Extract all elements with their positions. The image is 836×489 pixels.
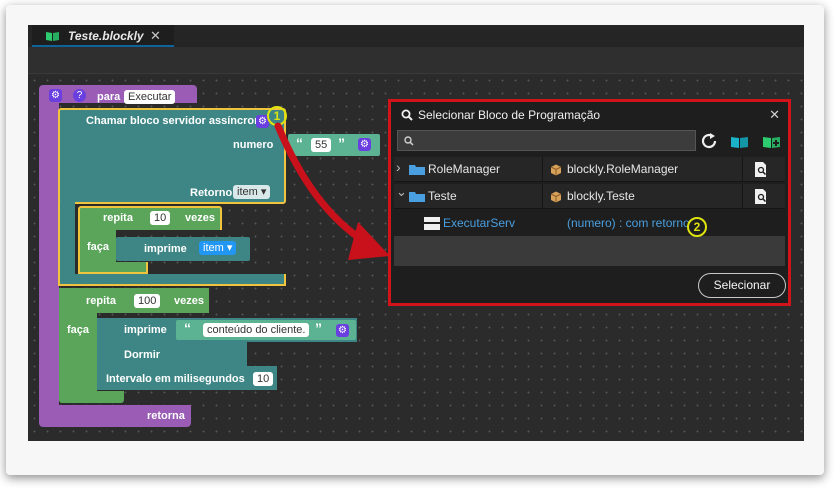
outer-print-label: imprime: [124, 324, 167, 336]
book-icon: [46, 32, 59, 41]
outer-quote-close: ”: [315, 320, 322, 336]
procedure-label: para: [97, 91, 121, 103]
search-field-icon: [404, 136, 414, 146]
column-divider: [542, 157, 543, 181]
tab-close-icon[interactable]: ✕: [150, 28, 161, 44]
inner-print-var[interactable]: item ▾: [199, 241, 237, 255]
refresh-icon[interactable]: [701, 133, 719, 149]
dialog-search-box: [397, 130, 696, 151]
call-async-rail: [58, 202, 75, 284]
select-block-dialog: Selecionar Bloco de Programação ✕ › Role…: [388, 99, 791, 306]
outer-print-gear-icon[interactable]: ⚙: [336, 324, 349, 337]
settings-icon[interactable]: ⚙: [49, 89, 62, 102]
inner-print-label: imprime: [144, 243, 187, 255]
outer-quote-open: “: [184, 320, 191, 336]
collapse-chevron-icon[interactable]: ⌄: [396, 184, 407, 200]
red-arrow: [274, 122, 390, 260]
dialog-close-icon[interactable]: ✕: [769, 107, 780, 123]
procedure-left-rail: [39, 103, 59, 409]
inner-repeat-label: repita: [103, 212, 133, 224]
outer-do-label: faça: [67, 324, 90, 336]
call-async-label: Chamar bloco servidor assíncrono: [86, 115, 268, 127]
dropdown-arrow-icon: ▾: [260, 186, 267, 198]
file-search-icon[interactable]: [755, 162, 768, 177]
search-icon: [401, 109, 413, 121]
inner-print-dropdown-icon: ▾: [226, 242, 233, 254]
procedure-return-label: retorna: [147, 410, 185, 422]
annotation-two: 2: [687, 217, 707, 237]
return-var-field[interactable]: item ▾: [233, 185, 271, 199]
procedure-name-field[interactable]: Executar: [124, 90, 176, 104]
dialog-list-empty-area: [394, 236, 785, 266]
folder-icon: [409, 165, 425, 175]
column-divider: [542, 184, 543, 208]
open-library-icon[interactable]: [731, 135, 749, 148]
outer-repeat-unit: vezes: [174, 295, 204, 307]
child-name[interactable]: ExecutarServ: [443, 216, 515, 230]
row-module: blockly.Teste: [567, 189, 635, 203]
add-library-icon[interactable]: [763, 135, 781, 148]
package-icon: [550, 164, 562, 176]
inner-do-label: faça: [87, 241, 110, 253]
outer-repeat-label: repita: [86, 295, 116, 307]
sleep-interval-field[interactable]: 10: [253, 372, 274, 386]
table-row-executarserv[interactable]: ExecutarServ (numero) : com retorno: [394, 211, 785, 236]
return-var-name: item: [237, 186, 258, 198]
dialog-title-text: Selecionar Bloco de Programação: [418, 108, 601, 122]
row-name: Teste: [428, 189, 457, 203]
folder-open-icon: [409, 192, 425, 202]
column-divider: [742, 157, 743, 181]
table-row-teste[interactable]: ⌄ Teste blockly.Teste: [394, 184, 785, 209]
column-divider: [742, 184, 743, 208]
table-row-rolemanager[interactable]: › RoleManager blockly.RoleManager: [394, 157, 785, 182]
outer-repeat-footer-bg: [59, 391, 124, 403]
tab-title: Teste.blockly: [68, 29, 144, 43]
child-signature: (numero) : com retorno: [567, 216, 690, 230]
inner-print-var-name: item: [203, 242, 224, 254]
tab-bar: Teste.blockly ✕: [28, 25, 804, 47]
file-search-icon[interactable]: [755, 189, 768, 204]
param-label: numero: [233, 139, 274, 151]
call-async-bottom-bg: [58, 274, 286, 286]
help-icon[interactable]: ?: [73, 89, 86, 102]
inner-repeat-footer-bg: [78, 262, 148, 274]
outer-print-text-field[interactable]: conteúdo do cliente.: [203, 323, 310, 337]
row-name: RoleManager: [428, 162, 501, 176]
package-icon: [550, 191, 562, 203]
return-label: Retorno: [190, 187, 233, 199]
inner-repeat-times-field[interactable]: 10: [150, 211, 171, 225]
inner-repeat-unit: vezes: [185, 212, 215, 224]
select-button[interactable]: Selecionar: [698, 273, 786, 298]
block-icon: [424, 217, 440, 230]
sleep-label: Dormir: [124, 349, 161, 361]
sleep-interval-label: Intervalo em milisegundos: [106, 373, 245, 385]
outer-repeat-times-field[interactable]: 100: [134, 294, 161, 308]
tab-teste-blockly[interactable]: Teste.blockly ✕: [32, 25, 174, 47]
dialog-search-input[interactable]: [418, 132, 692, 151]
editor-toolbar: [28, 47, 804, 74]
expand-chevron-icon[interactable]: ›: [396, 159, 401, 175]
row-module: blockly.RoleManager: [567, 162, 679, 176]
